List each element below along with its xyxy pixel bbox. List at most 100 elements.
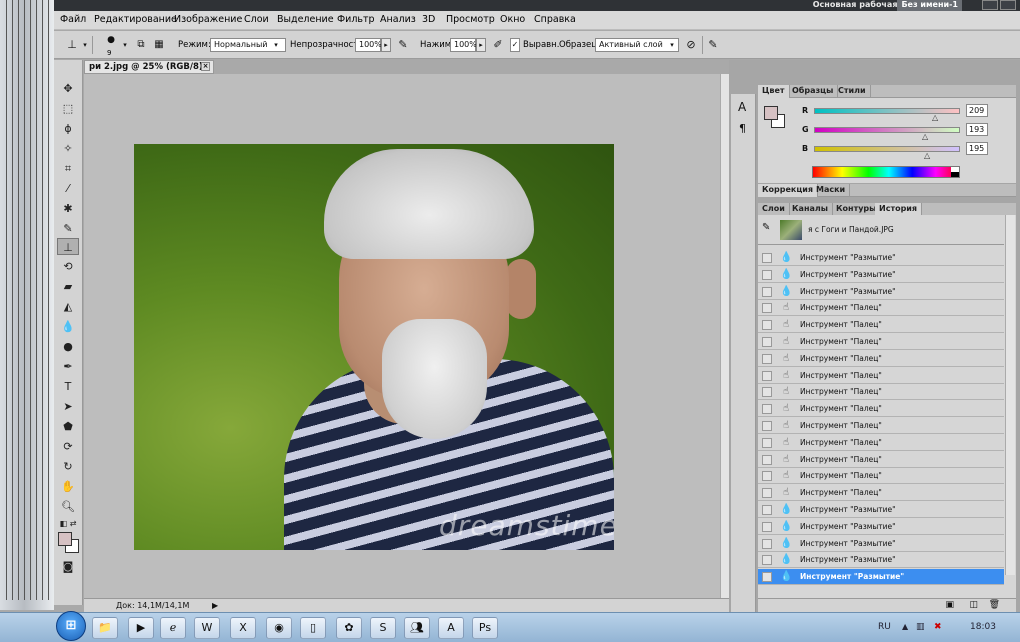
b-value[interactable]: 195 [966, 142, 988, 155]
pen-tool-icon[interactable]: ✒ [57, 358, 79, 375]
menu-help[interactable]: Справка [534, 14, 576, 25]
network-icon[interactable]: ▥ [916, 622, 925, 632]
pressure-slider-button[interactable]: ▸ [476, 38, 486, 52]
volume-icon[interactable]: ✖ [934, 622, 942, 632]
history-state[interactable]: ☝ Инструмент "Палец" [758, 401, 1004, 418]
new-snapshot-icon[interactable]: ◫ [969, 600, 978, 610]
history-source-checkbox[interactable] [762, 370, 772, 381]
trash-icon[interactable]: 🗑︎ [989, 600, 1000, 610]
marquee-tool-icon[interactable]: ⬚ [57, 100, 79, 117]
tab-color[interactable]: Цвет [758, 85, 790, 98]
history-source-checkbox[interactable] [762, 404, 772, 415]
healing-brush-tool-icon[interactable]: ✱ [57, 200, 79, 217]
history-source-checkbox[interactable] [762, 337, 772, 347]
photo-canvas[interactable]: dreamstime [134, 144, 614, 550]
canvas-vertical-scrollbar[interactable] [720, 74, 729, 598]
history-state[interactable]: ☝ Инструмент "Палец" [758, 384, 1004, 401]
eraser-tool-icon[interactable]: ▰ [57, 278, 79, 295]
menu-view[interactable]: Просмотр [446, 14, 495, 25]
media-player-taskbar-icon[interactable]: ▶ [128, 617, 154, 639]
history-state[interactable]: 💧 Инструмент "Размытие" [758, 502, 1004, 518]
start-button[interactable]: ⊞ [56, 611, 86, 641]
3d-rotate-tool-icon[interactable]: ⟳ [57, 438, 79, 455]
skype-taskbar-icon[interactable]: S [370, 617, 396, 639]
menu-image[interactable]: Изображение [174, 14, 242, 25]
history-state[interactable]: ☝ Инструмент "Палец" [758, 468, 1004, 485]
lasso-tool-icon[interactable]: ϕ [57, 120, 79, 137]
tab-styles[interactable]: Стили [834, 85, 871, 98]
language-indicator[interactable]: RU [878, 622, 891, 632]
history-source-checkbox[interactable] [762, 521, 772, 532]
menu-3d[interactable]: 3D [422, 14, 435, 25]
history-brush-source-icon[interactable]: ✎ [762, 222, 770, 233]
b-slider-knob[interactable]: △ [924, 151, 930, 160]
word-taskbar-icon[interactable]: W [194, 617, 220, 639]
history-source-checkbox[interactable] [762, 454, 772, 465]
history-state[interactable]: 💧 Инструмент "Размытие" [758, 519, 1004, 535]
history-source-checkbox[interactable] [762, 471, 772, 482]
chevron-down-icon[interactable]: ▾ [80, 31, 90, 59]
tab-adjustments[interactable]: Коррекция [758, 184, 819, 197]
tablet-opacity-icon[interactable]: ✎ [396, 31, 410, 59]
quick-mask-icon[interactable]: ◙ [57, 558, 79, 575]
type-tool-icon[interactable]: T [57, 378, 79, 395]
menu-window[interactable]: Окно [500, 14, 525, 25]
history-state[interactable]: ☝ Инструмент "Палец" [758, 418, 1004, 434]
history-source-checkbox[interactable] [762, 303, 772, 314]
history-state[interactable]: ☝ Инструмент "Палец" [758, 300, 1004, 317]
airbrush-icon[interactable]: ✐ [491, 31, 505, 59]
color-ramp[interactable] [812, 166, 960, 178]
clock[interactable]: 18:03 [970, 622, 996, 632]
history-source-checkbox[interactable] [762, 555, 772, 566]
menu-file[interactable]: Файл [60, 14, 86, 25]
g-value[interactable]: 193 [966, 123, 988, 136]
r-slider-knob[interactable]: △ [932, 113, 938, 122]
history-state[interactable]: 💧 Инструмент "Размытие" [758, 267, 1004, 283]
new-document-from-state-icon[interactable]: ▣ [945, 600, 954, 610]
menu-select[interactable]: Выделение [277, 14, 334, 25]
people-taskbar-icon[interactable]: 👥︎ [404, 617, 430, 639]
shape-tool-icon[interactable]: ⬟ [57, 418, 79, 435]
photoshop-taskbar-icon[interactable]: Ps [472, 617, 498, 639]
character-panel-icon[interactable]: A [738, 100, 746, 114]
history-state[interactable]: ☝ Инструмент "Палец" [758, 452, 1004, 468]
chevron-down-icon[interactable]: ▾ [120, 31, 130, 59]
g-slider-knob[interactable]: △ [922, 132, 928, 141]
document-switcher[interactable]: Без имени-1 [897, 0, 962, 11]
document-tab[interactable]: ри 2.jpg @ 25% (RGB/8) * × [84, 60, 214, 74]
hand-tool-icon[interactable]: ✋ [57, 478, 79, 495]
dodge-tool-icon[interactable]: ● [57, 338, 79, 355]
history-source-checkbox[interactable] [762, 253, 772, 263]
history-scrollbar[interactable] [1005, 215, 1015, 575]
history-state[interactable]: 💧 Инструмент "Размытие" [758, 284, 1004, 300]
chrome-taskbar-icon[interactable]: ◉ [266, 617, 292, 639]
history-state[interactable]: ☝ Инструмент "Палец" [758, 485, 1004, 502]
r-value[interactable]: 209 [966, 104, 988, 117]
app-taskbar-icon[interactable]: ✿ [336, 617, 362, 639]
acrobat-taskbar-icon[interactable]: A [438, 617, 464, 639]
opacity-input[interactable]: 100% [355, 38, 382, 52]
pressure-input[interactable]: 100% [450, 38, 477, 52]
g-slider[interactable] [814, 127, 960, 133]
paint-bucket-tool-icon[interactable]: ◭ [57, 298, 79, 315]
foreground-color-swatch[interactable] [58, 532, 72, 546]
history-source-checkbox[interactable] [762, 353, 772, 364]
move-tool-icon[interactable]: ✥ [57, 80, 79, 97]
history-state[interactable]: 💧 Инструмент "Размытие" [758, 536, 1004, 552]
path-selection-tool-icon[interactable]: ➤ [57, 398, 79, 415]
zoom-tool-icon[interactable]: 🔍︎ [57, 498, 79, 515]
show-hidden-icons-icon[interactable]: ▲ [902, 622, 908, 631]
clone-source-icon[interactable]: ⧉ [134, 31, 148, 59]
menu-filter[interactable]: Фильтр [337, 14, 375, 25]
panel-foreground-swatch[interactable] [764, 106, 778, 120]
history-state[interactable]: ☝ Инструмент "Палец" [758, 351, 1004, 367]
history-source-checkbox[interactable] [762, 488, 772, 499]
history-source-checkbox[interactable] [762, 421, 772, 431]
3d-orbit-tool-icon[interactable]: ↻ [57, 458, 79, 475]
history-state[interactable]: 💧 Инструмент "Размытие" [758, 569, 1004, 586]
crop-tool-icon[interactable]: ⌗ [57, 160, 79, 177]
minimize-button[interactable] [982, 0, 998, 10]
ie-taskbar-icon[interactable]: ℯ [160, 617, 186, 639]
clone-stamp-icon[interactable]: ⊥ [62, 31, 82, 59]
history-source-checkbox[interactable] [762, 437, 772, 448]
